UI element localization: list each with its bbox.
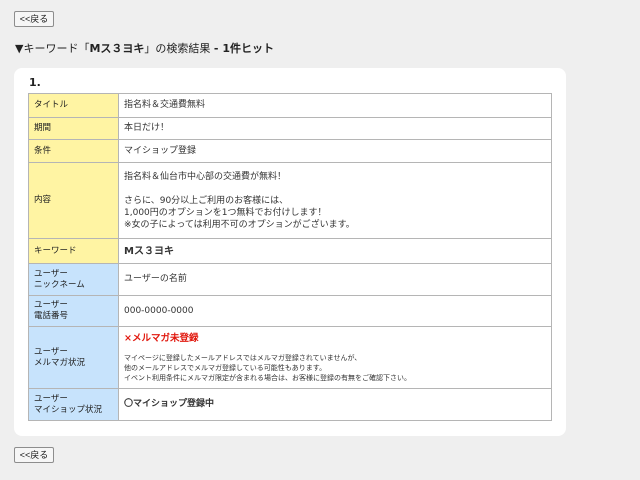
label-title: タイトル <box>28 93 119 118</box>
value-keyword: Mス３ヨキ <box>118 238 552 264</box>
label-nickname-line1: ユーザー <box>34 268 68 279</box>
label-nickname-line2: ニックネーム <box>34 279 85 290</box>
mailmag-status: ×メルマガ未登録 <box>124 332 199 344</box>
value-mailmag: ×メルマガ未登録 マイページに登録したメールアドレスではメルマガ登録されていませ… <box>118 326 552 389</box>
value-period: 本日だけ！ <box>118 117 552 140</box>
table-row-phone: ユーザー 電話番号 000-0000-0000 <box>28 295 552 327</box>
label-period: 期間 <box>28 117 119 140</box>
label-phone-line2: 電話番号 <box>34 311 69 321</box>
heading-keyword: Mス３ヨキ <box>89 42 145 55</box>
heading-hit-count: - 1件ヒット <box>213 42 274 55</box>
search-result-heading: ▼キーワード「Mス３ヨキ」の検索結果 - 1件ヒット <box>15 40 274 56</box>
content-line-3: さらに、90分以上ご利用のお客様には、 <box>124 195 289 206</box>
label-mailmag-line1: ユーザー <box>34 346 68 357</box>
label-mailmag: ユーザー メルマガ状況 <box>28 326 119 389</box>
table-row-period: 期間 本日だけ！ <box>28 117 552 140</box>
table-row-keyword: キーワード Mス３ヨキ <box>28 238 552 264</box>
result-card: 1. タイトル 指名料＆交通費無料 期間 本日だけ！ 条件 マイショップ登録 内… <box>14 68 566 436</box>
heading-prefix: ▼キーワード「 <box>15 42 90 55</box>
result-table: タイトル 指名料＆交通費無料 期間 本日だけ！ 条件 マイショップ登録 内容 指… <box>28 93 552 421</box>
value-nickname: ユーザーの名前 <box>118 263 552 296</box>
mailmag-note-2: 他のメールアドレスでメルマガ登録している可能性もあります。 <box>124 363 327 372</box>
value-content: 指名料＆仙台市中心部の交通費が無料！ さらに、90分以上ご利用のお客様には、 1… <box>118 162 552 239</box>
label-content: 内容 <box>28 162 119 239</box>
mailmag-note-3: イベント利用条件にメルマガ限定が含まれる場合は、お客様に登録の有無をご確認下さい… <box>124 373 411 382</box>
back-button-bottom[interactable]: <<戻る <box>14 447 54 463</box>
label-myshop: ユーザー マイショップ状況 <box>28 388 119 421</box>
label-phone: ユーザー 電話番号 <box>28 295 119 327</box>
table-row-title: タイトル 指名料＆交通費無料 <box>28 93 552 118</box>
label-condition: 条件 <box>28 139 119 163</box>
value-condition: マイショップ登録 <box>118 139 552 163</box>
content-line-5: ※女の子によっては利用不可のオプションがございます。 <box>124 219 355 230</box>
label-phone-line1: ユーザー <box>34 300 68 310</box>
heading-suffix: 」の検索結果 <box>144 42 214 55</box>
result-number: 1. <box>29 76 41 89</box>
content-line-4: 1,000円のオプションを1つ無料でお付けします！ <box>124 207 327 218</box>
mailmag-note-1: マイページに登録したメールアドレスではメルマガ登録されていませんが、 <box>124 353 362 362</box>
content-line-2 <box>124 183 546 195</box>
label-myshop-line2: マイショップ状況 <box>34 404 103 415</box>
label-nickname: ユーザー ニックネーム <box>28 263 119 296</box>
label-keyword: キーワード <box>28 238 119 264</box>
back-button-top[interactable]: <<戻る <box>14 11 54 27</box>
table-row-nickname: ユーザー ニックネーム ユーザーの名前 <box>28 263 552 296</box>
label-myshop-line1: ユーザー <box>34 393 68 404</box>
myshop-status: 〇マイショップ登録中 <box>118 388 552 421</box>
label-mailmag-line2: メルマガ状況 <box>34 357 86 368</box>
table-row-myshop: ユーザー マイショップ状況 〇マイショップ登録中 <box>28 388 552 421</box>
value-phone: 000-0000-0000 <box>118 295 552 327</box>
content-line-1: 指名料＆仙台市中心部の交通費が無料！ <box>124 171 287 182</box>
value-title: 指名料＆交通費無料 <box>118 93 552 118</box>
table-row-content: 内容 指名料＆仙台市中心部の交通費が無料！ さらに、90分以上ご利用のお客様には… <box>28 162 552 239</box>
table-row-condition: 条件 マイショップ登録 <box>28 139 552 163</box>
table-row-mailmag: ユーザー メルマガ状況 ×メルマガ未登録 マイページに登録したメールアドレスでは… <box>28 326 552 389</box>
